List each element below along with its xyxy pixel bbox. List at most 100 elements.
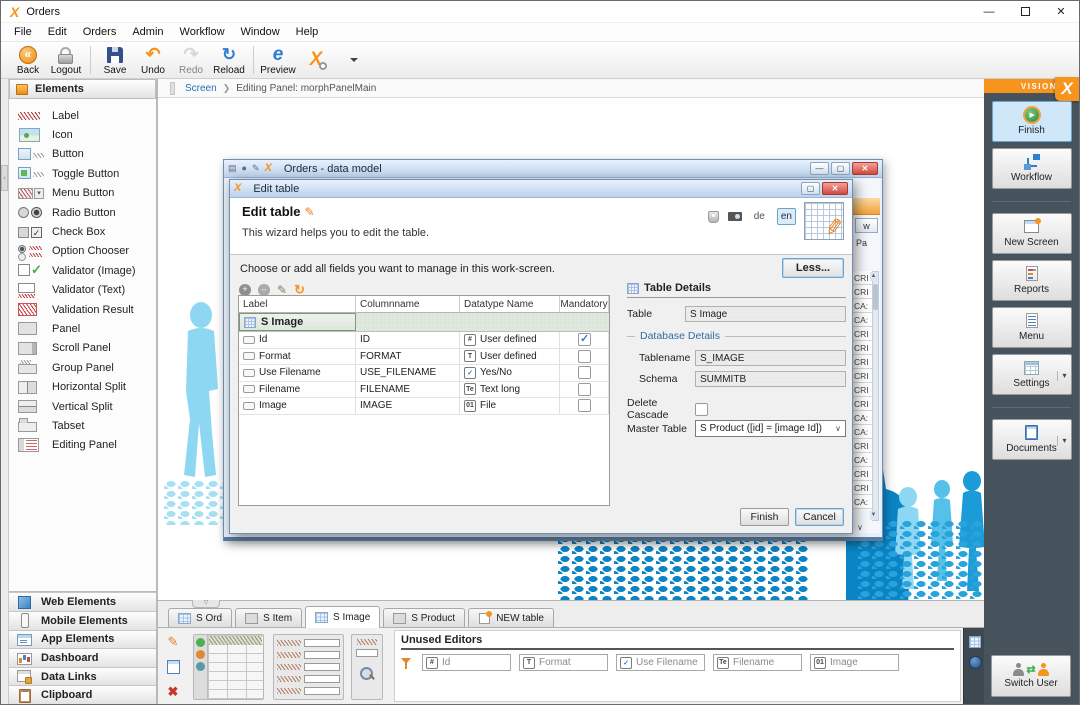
clipped-list-row[interactable]: CRI [853,397,873,411]
toolbar-button[interactable]: Logout [47,43,85,77]
element-palette-item[interactable]: Vertical Split [18,397,156,416]
field-row[interactable]: Filename FILENAME Text long [239,381,609,398]
mandatory-checkbox[interactable] [577,382,591,396]
edit-pencil-icon[interactable]: ✎ [252,164,260,173]
clipped-list-row[interactable]: CA: [853,495,873,509]
field-row[interactable]: Format FORMAT User defined [239,348,609,365]
scroll-down-icon[interactable]: ▼ [870,511,877,520]
column-header[interactable]: Label [239,296,356,312]
toolbar-button[interactable]: Reload [210,43,248,77]
toolbar-button[interactable] [335,43,373,77]
mandatory-checkbox[interactable] [577,349,591,363]
table-field-value[interactable]: S Image [685,306,846,322]
toolbar-button[interactable] [297,43,335,77]
table-group-row[interactable]: S Image [239,313,609,332]
clipped-list-row[interactable]: CRI [853,467,873,481]
form-layout-template[interactable] [273,634,344,700]
field-row[interactable]: Image IMAGE File [239,398,609,415]
collapsed-side-strip[interactable] [963,628,986,704]
element-palette-item[interactable]: Panel [18,319,156,338]
element-palette-item[interactable]: Toggle Button [18,164,156,183]
toolbar-button[interactable]: Save [96,43,134,77]
toolbar-button[interactable]: Back [9,43,47,77]
language-de-button[interactable]: de [751,209,768,224]
element-palette-item[interactable]: Scroll Panel [18,339,156,358]
unused-editor-chip[interactable]: Image [810,654,899,671]
switch-user-button[interactable]: ⇄ Switch User [991,655,1071,697]
vision-button[interactable]: New Screen [991,213,1072,254]
camera-icon[interactable] [727,212,742,221]
element-palette-item[interactable]: Label [18,106,156,125]
vision-button[interactable]: Settings [991,354,1072,395]
bottom-tab[interactable]: S Ord [168,608,233,628]
record-icon[interactable]: ● [242,164,247,173]
clipped-list-row[interactable]: CA: [853,453,873,467]
tag-icon[interactable] [707,210,719,223]
clipped-list-row[interactable]: CRI [853,327,873,341]
close-button[interactable]: ✕ [822,182,848,195]
unused-editor-chip[interactable]: Use Filename [616,654,705,671]
globe-icon[interactable] [968,656,982,669]
element-palette-item[interactable]: Group Panel [18,358,156,377]
unused-editor-chip[interactable]: Format [519,654,608,671]
vision-button[interactable]: Reports [991,260,1072,301]
maximize-button[interactable]: ▢ [801,182,820,195]
element-palette-item[interactable]: Horizontal Split [18,377,156,396]
cancel-button[interactable]: Cancel [795,508,844,526]
sidebar-section-header[interactable]: App Elements [9,629,156,649]
clipped-button[interactable]: w [855,218,878,233]
page-icon[interactable]: ▤ [228,164,237,173]
column-header[interactable]: Datatype Name [460,296,560,312]
menu-item[interactable]: Help [288,24,327,40]
finish-button[interactable]: Finish [740,508,789,526]
clipped-list-row[interactable]: CRI [853,355,873,369]
report-icon[interactable] [163,657,183,676]
breadcrumb-handle[interactable] [170,81,175,95]
sidebar-section-header[interactable]: Web Elements [9,592,156,612]
clipped-list-row[interactable]: CRI [853,383,873,397]
less-button[interactable]: Less... [782,258,844,278]
element-palette-item[interactable]: Validation Result [18,300,156,319]
language-en-button[interactable]: en [776,208,796,225]
sidebar-section-header[interactable]: Mobile Elements [9,611,156,630]
unused-editor-chip[interactable]: Id [422,654,511,671]
clipped-list-row[interactable]: CRI [853,341,873,355]
menu-item[interactable]: Orders [75,24,125,40]
clipped-list-row[interactable]: CRI [853,439,873,453]
clipped-list-row[interactable]: CA: [853,411,873,425]
element-palette-item[interactable]: Button [18,145,156,164]
table-layout-template[interactable] [193,634,264,700]
edit-table-title-bar[interactable]: X Edit table ▢ ✕ [230,180,852,198]
clipped-list-row[interactable]: CRI [853,285,873,299]
data-model-title-bar[interactable]: ▤ ● ✎ X Orders - data model — ▢ ✕ [224,160,882,178]
minimize-button[interactable]: — [971,1,1007,22]
bottom-tab[interactable]: NEW table [468,608,554,628]
element-palette-item[interactable]: Check Box [18,222,156,241]
edit-pencil-icon[interactable]: ✎ [163,632,183,651]
clipped-list-row[interactable]: CA: [853,425,873,439]
element-palette-item[interactable]: Editing Panel [18,436,156,455]
vision-button[interactable]: Documents [991,419,1072,460]
clipped-list-row[interactable]: CRI [853,369,873,383]
toolbar-button[interactable]: Preview [259,43,297,77]
field-row[interactable]: Use Filename USE_FILENAME Yes/No [239,365,609,382]
mandatory-checkbox[interactable] [577,399,591,413]
delete-icon[interactable]: ✖ [163,682,183,701]
close-button[interactable]: ✕ [852,162,878,175]
master-table-select[interactable]: S Product ([id] = [image Id]) ∨ [695,420,846,437]
scrollbar-thumb[interactable] [873,284,878,310]
vision-button[interactable]: Workflow [991,148,1072,189]
sidebar-collapse-strip[interactable]: ‹ [1,79,9,704]
element-palette-item[interactable]: Icon [18,125,156,144]
sidebar-section-header[interactable]: Dashboard [9,648,156,667]
close-button[interactable]: ✕ [1043,1,1079,22]
minimize-button[interactable]: — [810,162,829,175]
filter-icon[interactable] [401,657,412,669]
maximize-button[interactable]: ▢ [831,162,850,175]
vision-button[interactable]: Menu [991,307,1072,348]
clipped-list-row[interactable]: CRI [853,481,873,495]
vision-button[interactable]: Finish [991,101,1072,142]
bottom-tab[interactable]: S Product [383,608,466,628]
visionx-logo-icon[interactable]: X [1055,77,1079,101]
maximize-button[interactable] [1007,1,1043,22]
